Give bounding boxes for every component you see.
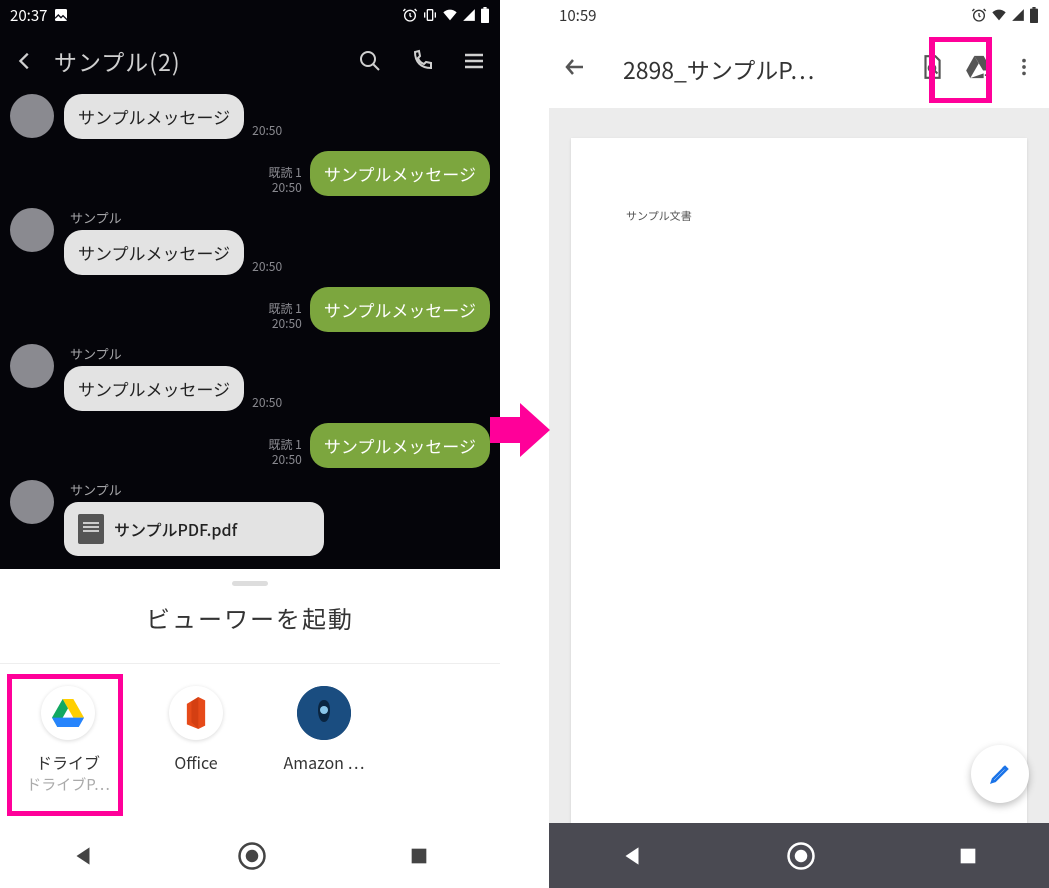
file-name: サンプルPDF.pdf: [114, 517, 237, 541]
file-icon: [78, 514, 104, 544]
timestamp: 20:50: [268, 316, 301, 332]
highlight-annotation-drive: [930, 37, 992, 103]
message-bubble[interactable]: サンプルメッセージ: [310, 423, 490, 468]
menu-icon[interactable]: [462, 49, 486, 73]
navigation-bar: [0, 823, 500, 888]
highlight-annotation: [7, 674, 123, 816]
signal-icon: [462, 8, 476, 22]
read-status: 既読 1: [268, 437, 301, 453]
nav-recent-icon[interactable]: [957, 845, 979, 867]
timestamp: 20:50: [252, 122, 282, 139]
message-bubble[interactable]: サンプルメッセージ: [64, 366, 244, 411]
message-row: 既読 1 20:50 サンプルメッセージ: [0, 423, 500, 468]
document-page[interactable]: サンプル文書: [571, 138, 1027, 828]
timestamp: 20:50: [268, 452, 301, 468]
chat-header: サンプル(2): [0, 30, 500, 92]
file-attachment[interactable]: サンプルPDF.pdf: [64, 502, 324, 556]
navigation-bar: [549, 823, 1049, 888]
message-bubble[interactable]: サンプルメッセージ: [64, 94, 244, 139]
left-phone-screen: 20:37 サンプル(2) サンプルメ: [0, 0, 500, 888]
app-office[interactable]: Office: [138, 686, 254, 795]
status-bar: 20:37: [0, 0, 500, 30]
nav-recent-icon[interactable]: [408, 845, 430, 867]
transition-arrow: [485, 395, 555, 470]
document-text: サンプル文書: [626, 208, 972, 224]
message-bubble[interactable]: サンプルメッセージ: [310, 151, 490, 196]
sheet-handle[interactable]: [232, 581, 268, 586]
chat-title: サンプル(2): [54, 44, 358, 78]
search-icon[interactable]: [358, 49, 382, 73]
avatar[interactable]: [10, 344, 54, 388]
edit-fab[interactable]: [971, 745, 1029, 803]
status-time: 10:59: [559, 5, 596, 26]
back-icon[interactable]: [14, 41, 36, 81]
more-icon[interactable]: [1013, 56, 1035, 83]
sender-name: サンプル: [70, 480, 324, 499]
amazon-icon: [297, 686, 351, 740]
sender-name: サンプル: [70, 208, 282, 227]
message-row: 既読 1 20:50 サンプルメッセージ: [0, 151, 500, 196]
back-icon[interactable]: [563, 55, 587, 84]
nav-back-icon[interactable]: [619, 843, 645, 869]
app-amazon[interactable]: Amazon …: [266, 686, 382, 795]
status-time: 20:37: [10, 5, 47, 26]
pencil-icon: [988, 762, 1012, 786]
avatar[interactable]: [10, 480, 54, 524]
document-title: 2898_サンプルP…: [599, 52, 907, 86]
office-icon: [169, 686, 223, 740]
message-bubble[interactable]: サンプルメッセージ: [310, 287, 490, 332]
alarm-icon: [971, 7, 987, 23]
read-status: 既読 1: [268, 301, 301, 317]
avatar[interactable]: [10, 94, 54, 138]
battery-icon: [480, 7, 490, 23]
signal-icon: [1011, 8, 1025, 22]
message-bubble[interactable]: サンプルメッセージ: [64, 230, 244, 275]
vibrate-icon: [422, 7, 438, 23]
image-icon: [53, 7, 69, 23]
app-label: Office: [138, 750, 254, 774]
right-phone-screen: 10:59 2898_サンプルP… サンプル文書: [549, 0, 1049, 888]
alarm-icon: [402, 7, 418, 23]
nav-home-icon[interactable]: [237, 841, 267, 871]
nav-back-icon[interactable]: [70, 843, 96, 869]
status-bar: 10:59: [549, 0, 1049, 30]
timestamp: 20:50: [252, 258, 282, 275]
battery-icon: [1029, 7, 1039, 23]
wifi-icon: [991, 7, 1007, 23]
message-row: 既読 1 20:50 サンプルメッセージ: [0, 287, 500, 332]
sender-name: サンプル: [70, 344, 282, 363]
phone-icon[interactable]: [410, 49, 434, 73]
timestamp: 20:50: [252, 394, 282, 411]
timestamp: 20:50: [268, 180, 301, 196]
nav-home-icon[interactable]: [786, 841, 816, 871]
avatar[interactable]: [10, 208, 54, 252]
sheet-title: ビューワーを起動: [0, 600, 500, 664]
wifi-icon: [442, 7, 458, 23]
app-label: Amazon …: [266, 750, 382, 774]
read-status: 既読 1: [268, 165, 301, 181]
